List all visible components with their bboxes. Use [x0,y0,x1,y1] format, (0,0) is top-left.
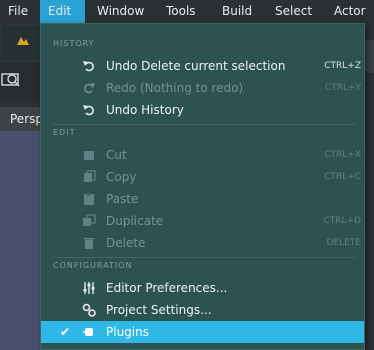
viewport-perspective-button[interactable]: Persp [10,107,43,131]
copy-icon [84,170,96,182]
section-configuration-heading: CONFIGURATION [53,261,133,270]
menu-item-delete[interactable]: Delete DELETE [41,232,364,254]
menu-item-copy[interactable]: Copy CTRL+C [41,166,364,188]
divider [53,257,356,258]
delete-shortcut: DELETE [326,238,361,248]
plugins-label: Plugins [106,325,149,339]
undo-history-label: Undo History [106,103,184,117]
menu-build[interactable]: Build [214,0,260,23]
paste-label: Paste [106,192,139,206]
menu-item-duplicate[interactable]: Duplicate CTRL+D [41,210,364,232]
menu-item-paste[interactable]: Paste [41,188,364,210]
gears-icon [82,303,96,317]
trash-icon [84,238,94,249]
sliders-icon [83,282,95,294]
undo-history-icon [83,105,94,116]
copy-shortcut: CTRL+C [324,172,361,182]
cut-shortcut: CTRL+X [324,150,361,160]
content-browser-icon[interactable] [0,65,30,95]
paste-icon [84,193,94,205]
menu-window[interactable]: Window [89,0,152,23]
copy-label: Copy [106,170,137,184]
plug-icon [83,328,93,336]
menu-item-undo[interactable]: Undo Delete current selection CTRL+Z [41,55,364,77]
menu-item-plugins[interactable]: ✔ Plugins [41,321,364,343]
redo-icon [84,83,95,94]
section-edit-heading: EDIT [53,128,76,137]
menu-item-redo[interactable]: Redo (Nothing to redo) CTRL+Y [41,77,364,99]
edit-menu-dropdown: HISTORY Undo Delete current selection CT… [40,23,365,350]
editor-preferences-label: Editor Preferences... [106,281,228,295]
menu-tools[interactable]: Tools [158,0,204,23]
duplicate-icon [83,214,96,226]
section-history-heading: HISTORY [53,39,95,48]
undo-shortcut: CTRL+Z [324,61,361,71]
duplicate-shortcut: CTRL+D [323,216,361,226]
redo-shortcut: CTRL+Y [324,83,361,93]
menu-item-project-settings[interactable]: Project Settings... [41,299,364,321]
menu-bar: File Edit Window Tools Build Select Acto… [0,0,374,23]
menu-item-undo-history[interactable]: Undo History [41,99,364,121]
cut-label: Cut [106,148,127,162]
menu-select[interactable]: Select [267,0,320,23]
menu-edit[interactable]: Edit [40,0,85,23]
undo-label: Undo Delete current selection [106,59,286,73]
menu-actor[interactable]: Actor [326,0,374,23]
level-icon [17,37,29,45]
divider [53,124,356,125]
checkmark-icon: ✔ [60,325,71,339]
cut-icon [84,151,94,160]
menu-file[interactable]: File [0,0,36,23]
redo-label: Redo (Nothing to redo) [106,81,244,95]
undo-icon [83,61,94,72]
duplicate-label: Duplicate [106,214,164,228]
menu-item-editor-preferences[interactable]: Editor Preferences... [41,277,364,299]
right-panel-tab [364,40,374,73]
menu-item-cut[interactable]: Cut CTRL+X [41,144,364,166]
project-settings-label: Project Settings... [106,303,212,317]
delete-label: Delete [106,236,146,250]
